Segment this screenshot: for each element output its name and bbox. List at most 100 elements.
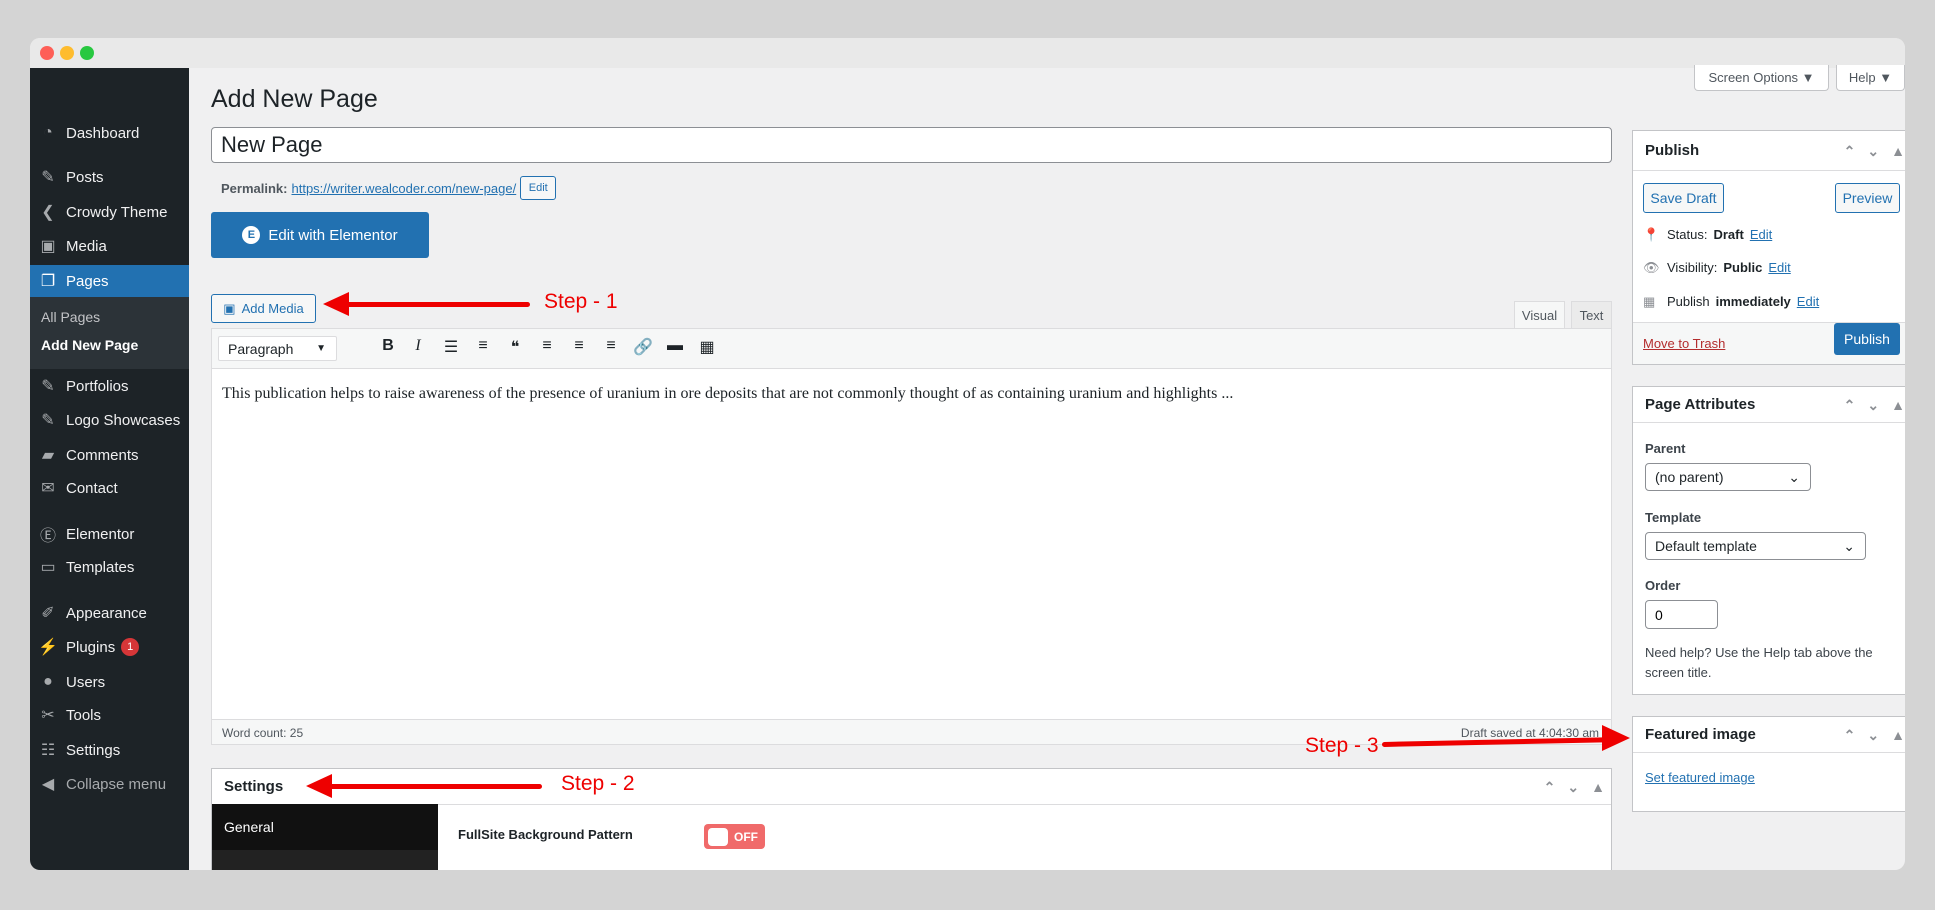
italic-icon[interactable]: I: [406, 337, 430, 355]
toggle-panel-icon[interactable]: ▲: [1591, 779, 1605, 795]
numbered-list-icon[interactable]: ≡: [471, 337, 495, 355]
eye-icon: 👁: [1643, 260, 1660, 275]
editor-area[interactable]: Paragraph ▼ B I ☰ ≡ ❝ ≡ ≡ ≡ 🔗 ▬ ▦ This publication …: [211, 328, 1612, 745]
template-select[interactable]: Default template ⌄: [1645, 532, 1866, 560]
sidebar-item-pages[interactable]: ❐ Pages: [30, 265, 189, 297]
sidebar-item-contact[interactable]: ✉ Contact: [30, 472, 189, 504]
format-select[interactable]: Paragraph ▼: [218, 336, 337, 361]
status-row: 📍 Status: Draft Edit: [1643, 227, 1772, 243]
chevron-down-icon: ⌄: [1843, 537, 1855, 554]
tab-visual[interactable]: Visual: [1514, 301, 1565, 329]
align-left-icon[interactable]: ≡: [535, 337, 559, 355]
sidebar-item-dashboard[interactable]: ◔ Dashboard: [30, 117, 189, 149]
move-up-icon[interactable]: ⌃: [1844, 727, 1856, 744]
media-icon: ▣: [40, 238, 56, 255]
publish-button[interactable]: Publish: [1834, 323, 1900, 355]
save-draft-button[interactable]: Save Draft: [1643, 183, 1724, 213]
align-right-icon[interactable]: ≡: [599, 337, 623, 355]
add-media-button[interactable]: ▣ Add Media: [211, 294, 316, 323]
step2-arrow: [316, 784, 542, 789]
sidebar-item-plugins[interactable]: ⚡ Plugins 1: [30, 631, 189, 663]
move-down-icon[interactable]: ⌄: [1867, 143, 1879, 160]
bullet-list-icon[interactable]: ☰: [439, 337, 463, 357]
page-attributes-metabox: Page Attributes ⌃ ⌄ ▲ Parent (no parent) ⌄ …: [1632, 386, 1905, 695]
collapse-icon: ◀: [41, 776, 55, 793]
toggle-knob: [708, 827, 728, 846]
edit-visibility-link[interactable]: Edit: [1768, 260, 1790, 276]
parent-select[interactable]: (no parent) ⌄: [1645, 463, 1811, 491]
permalink-link[interactable]: https://writer.wealcoder.com/new-page/: [291, 181, 516, 196]
sidebar-item-elementor[interactable]: Ⓔ Elementor: [30, 518, 189, 550]
edit-schedule-link[interactable]: Edit: [1797, 294, 1819, 310]
toggle-panel-icon[interactable]: ▲: [1891, 727, 1905, 743]
user-icon: ●: [43, 673, 53, 690]
template-label: Template: [1645, 510, 1702, 525]
sidebar-item-posts[interactable]: ✎ Posts: [30, 161, 189, 193]
move-up-icon[interactable]: ⌃: [1844, 397, 1856, 414]
toggle-panel-icon[interactable]: ▲: [1891, 397, 1905, 413]
move-down-icon[interactable]: ⌄: [1867, 397, 1879, 414]
arrow-head-icon: [1602, 725, 1630, 751]
sidebar-item-label: Tools: [66, 706, 102, 724]
pages-submenu: [30, 295, 189, 369]
sidebar-item-users[interactable]: ● Users: [30, 666, 189, 698]
order-label: Order: [1645, 578, 1681, 593]
sidebar-item-collapse-menu[interactable]: ◀ Collapse menu: [30, 768, 189, 800]
move-up-icon[interactable]: ⌃: [1544, 779, 1556, 796]
help-button[interactable]: Help ▼: [1836, 65, 1905, 91]
pin-icon: ✎: [41, 169, 55, 186]
fullsite-bg-pattern-toggle[interactable]: OFF: [704, 824, 765, 849]
toggle-panel-icon[interactable]: ▲: [1891, 143, 1905, 159]
featured-image-header[interactable]: Featured image ⌃ ⌄ ▲: [1633, 717, 1905, 753]
close-window-button[interactable]: [40, 46, 54, 60]
minimize-window-button[interactable]: [60, 46, 74, 60]
tab-text[interactable]: Text: [1571, 301, 1612, 328]
arrow-head-icon: [306, 774, 332, 798]
order-input[interactable]: [1645, 600, 1718, 629]
sidebar-item-media[interactable]: ▣ Media: [30, 230, 189, 262]
publish-actions: Move to Trash Publish: [1633, 322, 1905, 364]
maximize-window-button[interactable]: [80, 46, 94, 60]
update-count-badge: 1: [121, 638, 140, 656]
blockquote-icon[interactable]: ❝: [503, 337, 527, 357]
sidebar-item-comments[interactable]: ▰ Comments: [30, 439, 189, 471]
comments-icon: ▰: [41, 447, 55, 464]
settings-tab-next[interactable]: [212, 850, 438, 870]
folder-icon: ▭: [40, 559, 56, 576]
keyboard-icon[interactable]: ▦: [695, 337, 719, 357]
sidebar-item-crowdy-theme[interactable]: ❮ Crowdy Theme: [30, 196, 189, 228]
move-down-icon[interactable]: ⌄: [1567, 779, 1579, 796]
sidebar-item-appearance[interactable]: ✐ Appearance: [30, 597, 189, 629]
edit-status-link[interactable]: Edit: [1750, 227, 1772, 243]
move-to-trash-link[interactable]: Move to Trash: [1643, 336, 1725, 351]
permalink-edit-button[interactable]: Edit: [520, 176, 557, 200]
sidebar-item-portfolios[interactable]: ✎ Portfolios: [30, 370, 189, 402]
editor-content[interactable]: This publication helps to raise awarenes…: [222, 385, 1233, 403]
publish-header[interactable]: Publish ⌃ ⌄ ▲: [1633, 131, 1905, 171]
settings-tab-general[interactable]: General: [212, 804, 438, 850]
sidebar-item-templates[interactable]: ▭ Templates: [30, 551, 189, 583]
sidebar-item-logo-showcases[interactable]: ✎ Logo Showcases: [30, 404, 189, 436]
edit-with-elementor-button[interactable]: E Edit with Elementor: [211, 212, 429, 258]
read-more-icon[interactable]: ▬: [663, 337, 687, 355]
sidebar-item-label: Contact: [66, 479, 118, 497]
preview-button[interactable]: Preview: [1835, 183, 1900, 213]
bold-icon[interactable]: B: [376, 337, 400, 355]
title-input[interactable]: [211, 127, 1612, 163]
align-center-icon[interactable]: ≡: [567, 337, 591, 355]
featured-image-metabox: Featured image ⌃ ⌄ ▲ Set featured image: [1632, 716, 1905, 812]
move-down-icon[interactable]: ⌄: [1867, 727, 1879, 744]
page-attributes-header[interactable]: Page Attributes ⌃ ⌄ ▲: [1633, 387, 1905, 423]
submenu-add-new-page[interactable]: Add New Page: [41, 337, 138, 353]
submenu-all-pages[interactable]: All Pages: [41, 309, 100, 325]
elementor-icon: E: [242, 226, 261, 244]
link-icon[interactable]: 🔗: [631, 337, 655, 357]
sidebar-item-tools[interactable]: ✂ Tools: [30, 699, 189, 731]
sidebar-item-label: Elementor: [66, 525, 135, 543]
sidebar-item-settings[interactable]: ☷ Settings: [30, 734, 189, 766]
dropdown-arrow-icon: ▼: [316, 343, 326, 354]
set-featured-image-link[interactable]: Set featured image: [1645, 770, 1755, 785]
screen-options-button[interactable]: Screen Options ▼: [1694, 65, 1829, 91]
move-up-icon[interactable]: ⌃: [1844, 143, 1856, 160]
dashboard-icon: ◔: [43, 124, 53, 141]
